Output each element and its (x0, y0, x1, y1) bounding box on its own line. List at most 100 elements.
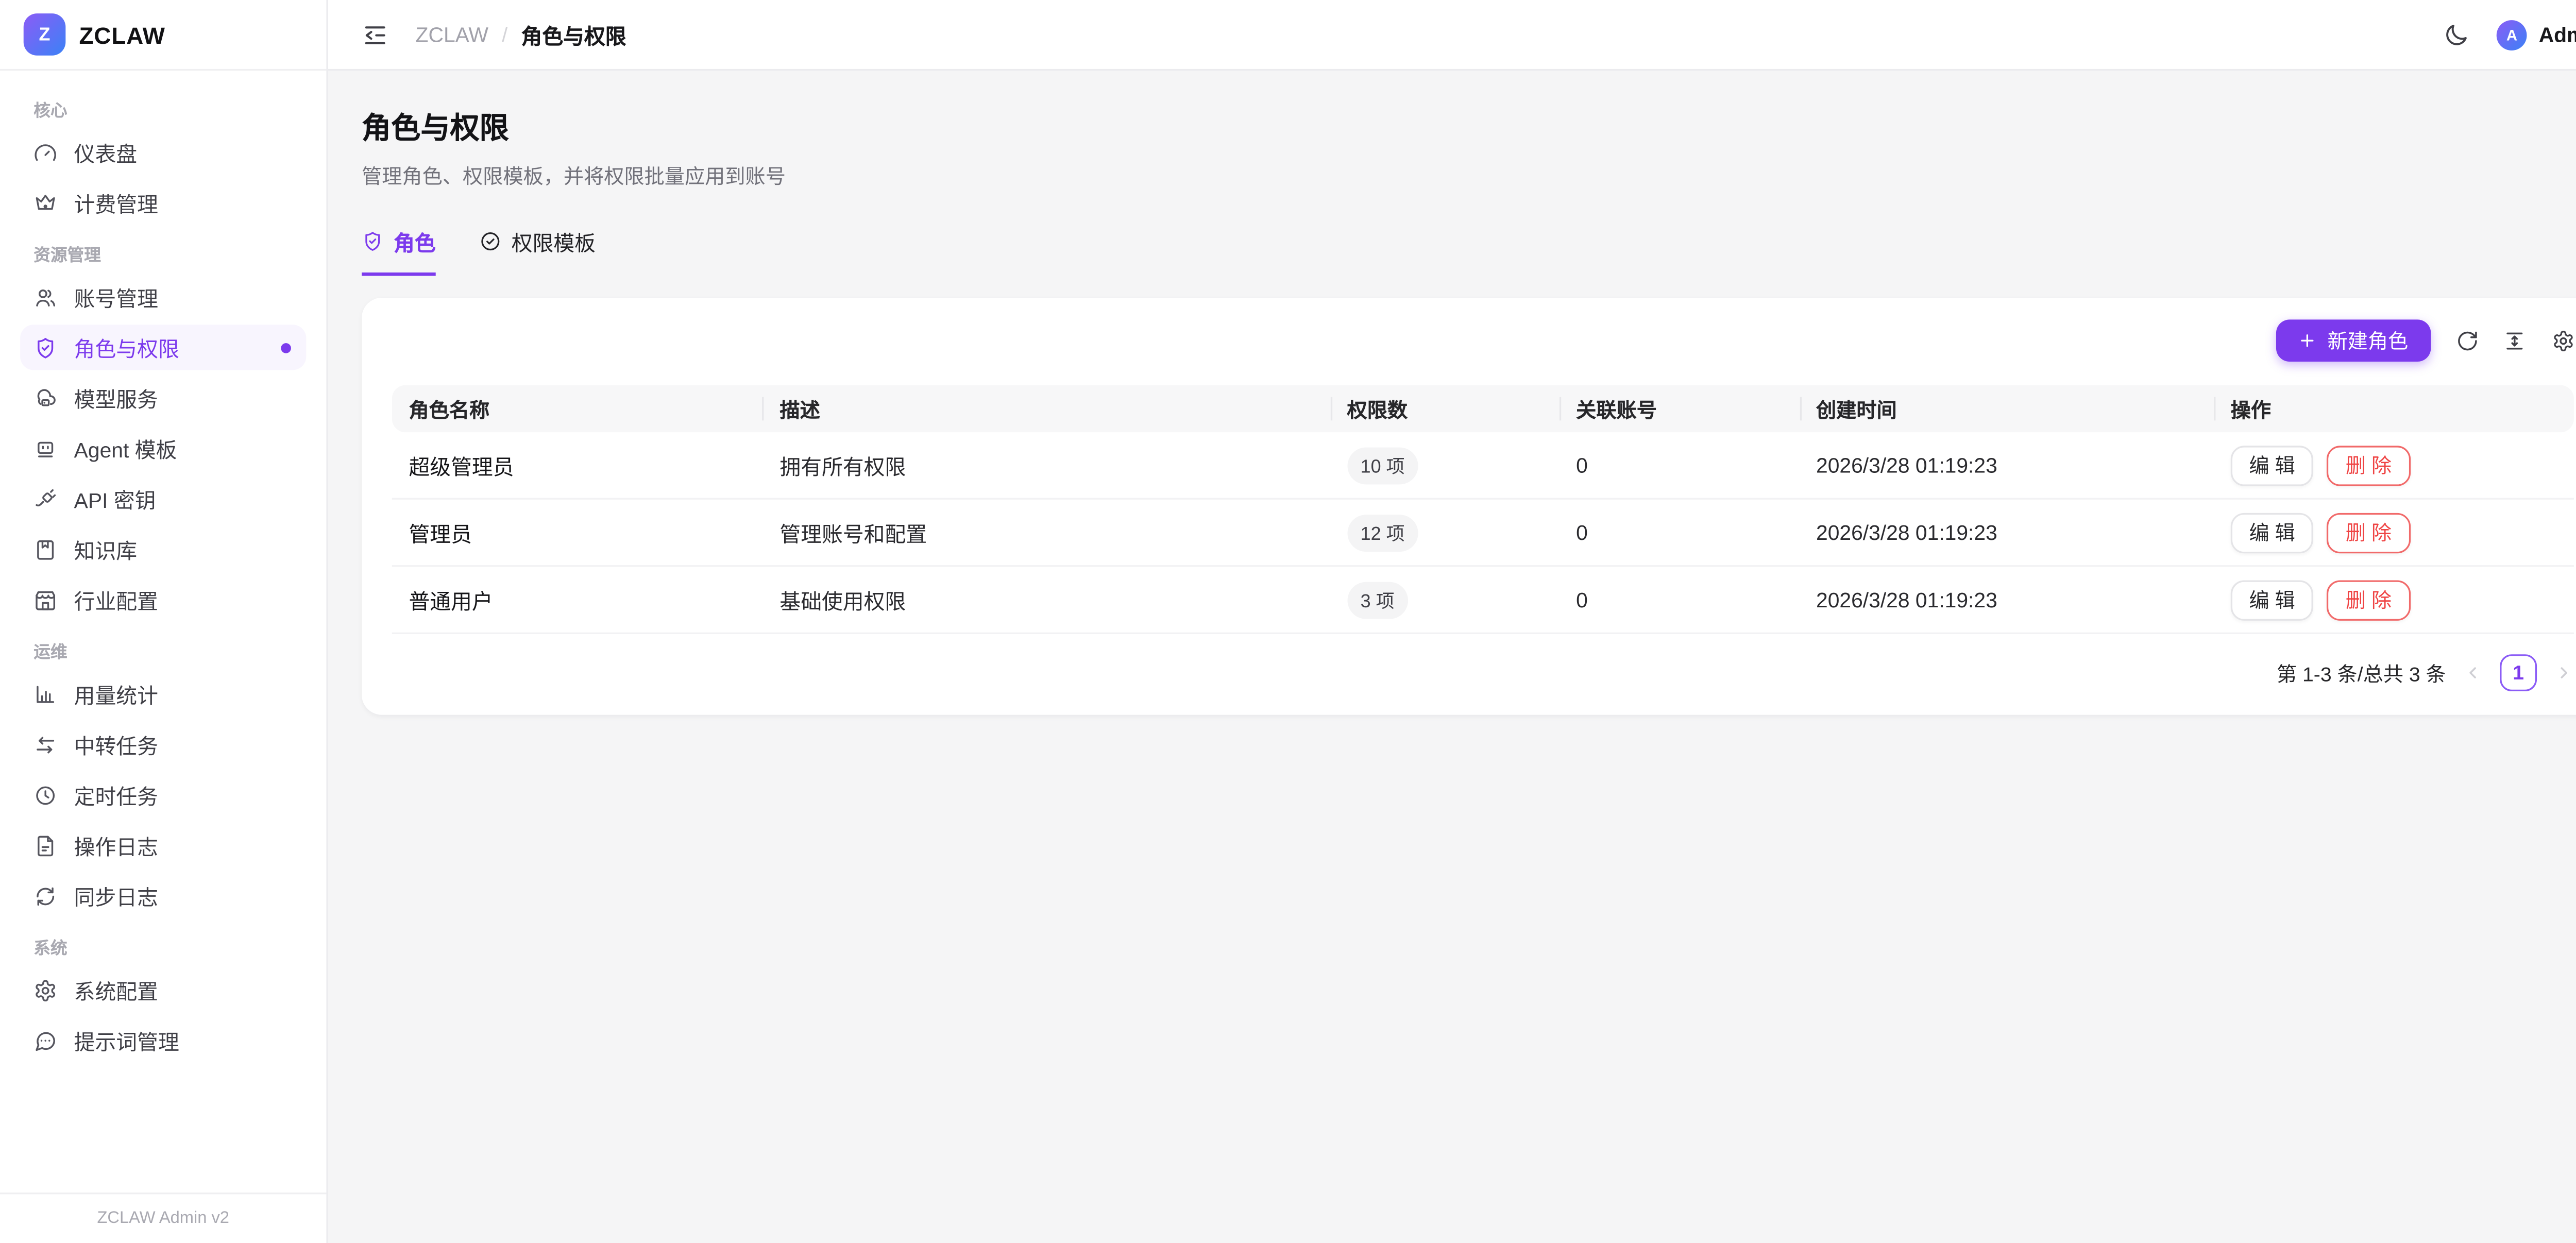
permission-count-badge: 12 项 (1347, 514, 1418, 551)
edit-button[interactable]: 编 辑 (2231, 512, 2314, 552)
gauge-icon (33, 141, 57, 164)
app-name: ZCLAW (79, 21, 165, 48)
sidebar-item-label: 中转任务 (74, 728, 158, 760)
sidebar-item-prompt-management[interactable]: 提示词管理 (20, 1018, 306, 1063)
sidebar-item-sync-logs[interactable]: 同步日志 (20, 873, 306, 918)
active-dot-indicator (281, 342, 291, 352)
sidebar-item-relay-tasks[interactable]: 中转任务 (20, 722, 306, 767)
sidebar-item-model-services[interactable]: 模型服务 (20, 375, 306, 420)
created-time-cell: 2026/3/28 01:19:23 (1799, 521, 2214, 544)
sidebar-item-label: 账号管理 (74, 281, 158, 313)
sidebar-item-label: 仪表盘 (74, 136, 138, 168)
sidebar-item-industry-config[interactable]: 行业配置 (20, 577, 306, 622)
avatar[interactable]: A (2497, 20, 2527, 50)
created-time-cell: 2026/3/28 01:19:23 (1799, 453, 2214, 477)
sidebar: Z ZCLAW 核心 仪表盘 计费管理 资源管理 账号管理 角色与权限 (0, 0, 328, 1243)
cloud-server-icon (33, 386, 57, 410)
transfer-arrows-icon (33, 733, 57, 756)
new-role-button[interactable]: 新建角色 (2277, 319, 2430, 362)
top-header: ZCLAW / 角色与权限 A Admin (328, 0, 2576, 71)
sidebar-item-label: 知识库 (74, 533, 138, 565)
new-role-label: 新建角色 (2328, 326, 2409, 355)
nav-section-label-system: 系统 (33, 933, 293, 959)
refresh-icon[interactable] (2455, 329, 2478, 352)
actions-cell: 编 辑 删 除 (2214, 512, 2574, 552)
store-icon (33, 588, 57, 611)
pagination-summary: 第 1-3 条/总共 3 条 (2277, 658, 2446, 687)
permission-count-cell: 3 项 (1330, 581, 1560, 618)
user-name[interactable]: Admin (2539, 23, 2576, 46)
table-toolbar: 新建角色 (392, 319, 2574, 362)
sidebar-item-label: 同步日志 (74, 880, 158, 912)
edit-button[interactable]: 编 辑 (2231, 580, 2314, 620)
nav-section-label-core: 核心 (33, 96, 293, 121)
actions-cell: 编 辑 删 除 (2214, 580, 2574, 620)
table-row: 超级管理员 拥有所有权限 10 项 0 2026/3/28 01:19:23 编… (392, 432, 2574, 500)
actions-cell: 编 辑 删 除 (2214, 445, 2574, 485)
menu-fold-icon[interactable] (362, 21, 388, 48)
gear-icon (33, 978, 57, 1002)
sidebar-item-scheduled-tasks[interactable]: 定时任务 (20, 772, 306, 818)
permission-count-cell: 12 项 (1330, 514, 1560, 551)
sidebar-item-label: 用量统计 (74, 678, 158, 710)
linked-accounts-cell: 0 (1560, 453, 1800, 477)
linked-accounts-cell: 0 (1560, 588, 1800, 611)
app-logo: Z (24, 13, 66, 56)
tab-bar: 角色 权限模板 (362, 226, 2576, 276)
column-height-icon[interactable] (2503, 329, 2526, 352)
pagination-page-1[interactable]: 1 (2500, 654, 2537, 691)
sidebar-item-operation-logs[interactable]: 操作日志 (20, 823, 306, 868)
shield-check-icon (33, 335, 57, 359)
moon-icon[interactable] (2443, 21, 2470, 48)
message-dots-icon (33, 1029, 57, 1052)
column-header-role-name: 角色名称 (392, 385, 763, 432)
app-window: Z ZCLAW 核心 仪表盘 计费管理 资源管理 账号管理 角色与权限 (0, 0, 2576, 1243)
sidebar-item-usage-stats[interactable]: 用量统计 (20, 671, 306, 717)
tab-permission-templates[interactable]: 权限模板 (480, 226, 596, 276)
book-icon (33, 537, 57, 561)
sidebar-item-accounts[interactable]: 账号管理 (20, 274, 306, 319)
sidebar-item-agent-templates[interactable]: Agent 模板 (20, 425, 306, 471)
sidebar-item-label: 系统配置 (74, 974, 158, 1006)
bot-icon (33, 436, 57, 460)
chevron-right-icon[interactable] (2554, 663, 2574, 683)
role-description-cell: 基础使用权限 (763, 584, 1330, 616)
breadcrumb-root[interactable]: ZCLAW (416, 23, 488, 46)
sidebar-item-dashboard[interactable]: 仪表盘 (20, 129, 306, 175)
linked-accounts-cell: 0 (1560, 521, 1800, 544)
file-text-icon (33, 833, 57, 857)
table-settings-gear-icon[interactable] (2551, 329, 2574, 352)
sidebar-item-label: 行业配置 (74, 584, 158, 616)
role-description-cell: 管理账号和配置 (763, 516, 1330, 548)
role-description-cell: 拥有所有权限 (763, 449, 1330, 481)
chevron-left-icon[interactable] (2463, 663, 2483, 683)
edit-button[interactable]: 编 辑 (2231, 445, 2314, 485)
tab-roles[interactable]: 角色 (362, 226, 436, 276)
roles-table-card: 新建角色 角色名称 描述 权限数 关联账号 创建时间 操作 超级管理员 拥有 (362, 298, 2576, 715)
sidebar-item-billing[interactable]: 计费管理 (20, 180, 306, 225)
delete-button[interactable]: 删 除 (2327, 580, 2410, 620)
shield-check-icon (362, 230, 383, 252)
sidebar-item-system-config[interactable]: 系统配置 (20, 967, 306, 1013)
column-header-created-time: 创建时间 (1799, 385, 2214, 432)
permission-count-cell: 10 项 (1330, 447, 1560, 484)
sidebar-item-roles-permissions[interactable]: 角色与权限 (20, 325, 306, 370)
delete-button[interactable]: 删 除 (2327, 512, 2410, 552)
sidebar-item-label: 角色与权限 (74, 331, 179, 363)
clock-icon (33, 783, 57, 807)
permission-count-badge: 3 项 (1347, 581, 1408, 618)
column-header-actions: 操作 (2214, 385, 2574, 432)
sidebar-item-api-keys[interactable]: API 密钥 (20, 476, 306, 521)
column-header-permission-count: 权限数 (1330, 385, 1560, 432)
table-row: 普通用户 基础使用权限 3 项 0 2026/3/28 01:19:23 编 辑… (392, 567, 2574, 634)
sidebar-logo-row: Z ZCLAW (0, 0, 326, 71)
sidebar-item-label: 模型服务 (74, 382, 158, 414)
page-content: 角色与权限 管理角色、权限模板，并将权限批量应用到账号 角色 权限模板 新建角色 (328, 71, 2576, 1243)
page-subtitle: 管理角色、权限模板，并将权限批量应用到账号 (362, 161, 2576, 190)
delete-button[interactable]: 删 除 (2327, 445, 2410, 485)
main-area: ZCLAW / 角色与权限 A Admin 角色与权限 管理角色、权限模板，并将… (328, 0, 2576, 1243)
nav-section-label-ops: 运维 (33, 638, 293, 663)
sidebar-item-knowledge-base[interactable]: 知识库 (20, 526, 306, 572)
role-name-cell: 超级管理员 (392, 449, 763, 481)
sync-icon (33, 884, 57, 908)
